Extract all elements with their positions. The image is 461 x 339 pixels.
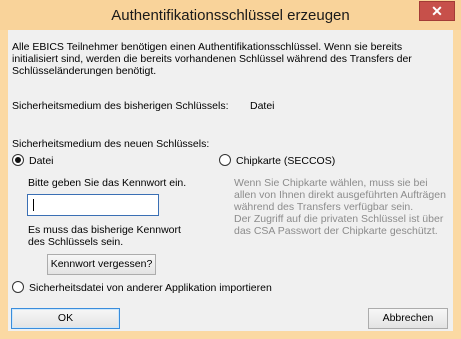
close-button[interactable]: ✕ bbox=[419, 1, 455, 21]
forgot-password-button[interactable]: Kennwort vergessen? bbox=[47, 254, 156, 275]
radio-chipkarte[interactable] bbox=[219, 154, 231, 166]
intro-text: Alle EBICS Teilnehmer benötigen einen Au… bbox=[12, 41, 412, 77]
chipkarte-info: Wenn Sie Chipkarte wählen, muss sie bei … bbox=[234, 177, 446, 237]
password-input[interactable] bbox=[27, 194, 159, 216]
radio-import[interactable] bbox=[12, 281, 24, 293]
dialog-body: Alle EBICS Teilnehmer benötigen einen Au… bbox=[8, 30, 453, 331]
dialog-window: Authentifikationsschlüssel erzeugen ✕ Al… bbox=[0, 0, 461, 339]
previous-medium-label: Sicherheitsmedium des bisherigen Schlüss… bbox=[12, 100, 229, 112]
password-hint: Es muss das bisherige Kennwort des Schlü… bbox=[28, 224, 181, 248]
radio-chipkarte-label[interactable]: Chipkarte (SECCOS) bbox=[236, 155, 335, 167]
title-bar[interactable]: Authentifikationsschlüssel erzeugen ✕ bbox=[0, 0, 461, 30]
radio-datei-label[interactable]: Datei bbox=[29, 155, 54, 167]
cancel-button[interactable]: Abbrechen bbox=[368, 308, 448, 329]
close-icon: ✕ bbox=[431, 3, 443, 19]
new-medium-label: Sicherheitsmedium des neuen Schlüssels: bbox=[12, 138, 210, 150]
radio-import-label[interactable]: Sicherheitsdatei von anderer Applikation… bbox=[29, 282, 272, 294]
ok-button[interactable]: OK bbox=[11, 308, 120, 329]
text-caret bbox=[33, 199, 34, 211]
previous-medium-value: Datei bbox=[250, 100, 275, 112]
dialog-title: Authentifikationsschlüssel erzeugen bbox=[111, 7, 350, 24]
password-prompt: Bitte geben Sie das Kennwort ein. bbox=[28, 177, 187, 189]
radio-datei[interactable] bbox=[12, 154, 24, 166]
